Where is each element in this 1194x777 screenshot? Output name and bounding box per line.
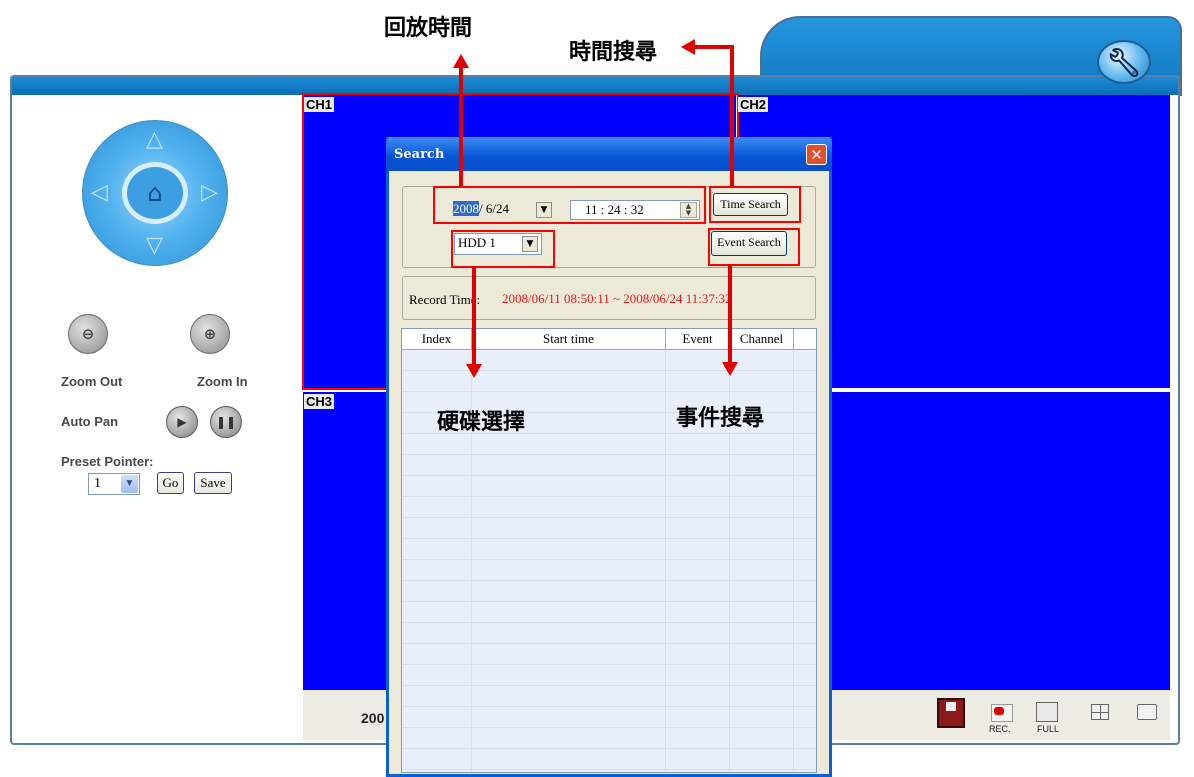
chevron-down-icon: ▼ [121, 475, 138, 493]
pan-up-icon[interactable]: △ [146, 127, 163, 152]
column-header-start-time[interactable]: Start time [472, 329, 666, 349]
hdd-select-arrow [472, 266, 476, 366]
record-icon[interactable] [991, 704, 1013, 722]
column-header-index[interactable]: Index [402, 329, 472, 349]
event-search-arrow [728, 264, 732, 364]
channel-1-label: CH1 [304, 97, 335, 112]
settings-wrench-button[interactable]: 🔧︎ [1097, 40, 1151, 84]
full-label: FULL [1037, 724, 1060, 734]
channel-3-label: CH3 [304, 394, 335, 409]
pan-right-icon[interactable]: ▷ [201, 180, 218, 205]
home-icon: ⌂ [147, 179, 163, 207]
time-search-annotation: 時間搜尋 [569, 40, 658, 65]
time-search-arrow-vertical [730, 45, 734, 187]
event-search-highlight [708, 228, 800, 266]
preset-go-button[interactable]: Go [157, 472, 184, 494]
arrow-down-icon [722, 362, 738, 376]
playback-time-highlight [433, 186, 706, 224]
time-search-highlight [709, 186, 801, 223]
playback-time-annotation: 回放時間 [384, 16, 473, 41]
zoom-out-icon: ⊖ [81, 325, 95, 343]
playback-time-arrow [459, 67, 463, 187]
arrow-up-icon [453, 54, 469, 68]
arrow-down-icon [466, 364, 482, 378]
fullscreen-icon[interactable] [1036, 702, 1058, 722]
preset-pointer-label: Preset Pointer: [61, 454, 154, 469]
search-dialog-title-bar [386, 137, 832, 171]
auto-pan-play-button[interactable]: ▶ [166, 406, 198, 438]
quad-view-icon[interactable] [1091, 704, 1109, 720]
preset-value: 1 [94, 476, 101, 491]
pause-icon: ❚❚ [215, 415, 237, 429]
auto-pan-label: Auto Pan [61, 414, 119, 429]
column-header-channel[interactable]: Channel [730, 329, 794, 349]
zoom-in-icon: ⊕ [203, 325, 217, 343]
hdd-select-highlight [451, 230, 555, 268]
pan-down-icon[interactable]: ▽ [146, 233, 163, 258]
zoom-out-label: Zoom Out [61, 374, 123, 389]
hdd-select-annotation: 硬碟選擇 [437, 410, 526, 435]
preset-save-button[interactable]: Save [194, 472, 232, 494]
single-view-icon[interactable] [1137, 704, 1157, 720]
auto-pan-pause-button[interactable]: ❚❚ [210, 406, 242, 438]
event-search-annotation: 事件搜尋 [676, 406, 765, 431]
channel-2-label: CH2 [738, 97, 769, 112]
wrench-icon: 🔧︎ [1106, 45, 1142, 79]
pan-left-icon[interactable]: ◁ [91, 180, 108, 205]
preset-pointer-select[interactable]: 1 ▼ [88, 473, 140, 495]
zoom-out-button[interactable]: ⊖ [68, 314, 108, 354]
save-disk-icon[interactable] [937, 698, 965, 728]
status-date-text: 200 [361, 710, 385, 726]
search-results-table[interactable]: Index Start time Event Channel [401, 328, 817, 773]
zoom-in-button[interactable]: ⊕ [190, 314, 230, 354]
close-icon: ✕ [810, 146, 823, 164]
close-button[interactable]: ✕ [806, 144, 827, 165]
record-time-label: Record Time: [409, 292, 481, 307]
play-icon: ▶ [177, 415, 187, 429]
time-search-arrow-horizontal [694, 45, 734, 49]
rec-label: REC. [989, 724, 1011, 734]
zoom-in-label: Zoom In [197, 374, 248, 389]
record-time-value: 2008/06/11 08:50:11 ~ 2008/06/24 11:37:3… [502, 291, 732, 306]
arrow-left-icon [681, 39, 695, 55]
table-header: Index Start time Event Channel [402, 329, 816, 350]
home-button[interactable]: ⌂ [122, 162, 188, 224]
column-header-event[interactable]: Event [666, 329, 730, 349]
search-dialog-title: Search [394, 147, 445, 162]
